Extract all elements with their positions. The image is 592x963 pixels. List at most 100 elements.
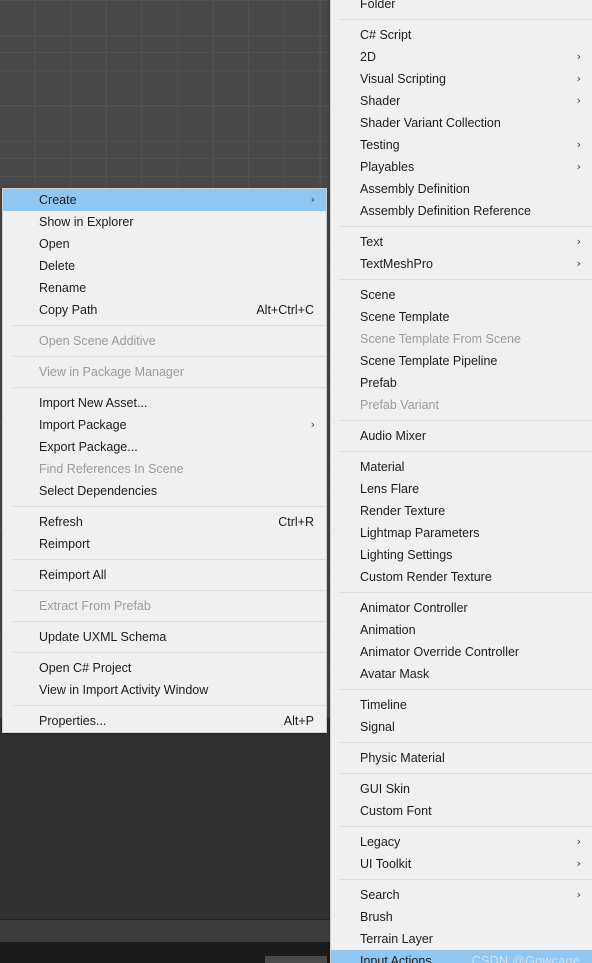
- menu-item-label: View in Import Activity Window: [39, 683, 209, 697]
- chevron-right-icon: ›: [310, 418, 315, 431]
- menu-item-label: UI Toolkit: [360, 857, 412, 871]
- create-menu-item-material[interactable]: Material: [331, 456, 592, 478]
- chevron-right-icon: ›: [576, 888, 581, 901]
- menu-item-label: Physic Material: [360, 751, 445, 765]
- context-menu-item-properties[interactable]: Properties... Alt+P: [3, 710, 326, 732]
- create-menu-item-brush[interactable]: Brush: [331, 906, 592, 928]
- menu-item-label: Select Dependencies: [39, 484, 158, 498]
- context-menu-item-reimport[interactable]: Reimport: [3, 533, 326, 555]
- chevron-right-icon: ›: [576, 94, 581, 107]
- menu-separator: [13, 387, 326, 388]
- create-menu-item-folder[interactable]: Folder: [331, 0, 592, 15]
- menu-item-shortcut: Alt+P: [283, 714, 314, 728]
- context-menu-item-copy-path[interactable]: Copy Path Alt+Ctrl+C: [3, 299, 326, 321]
- context-menu-item-open-c-project[interactable]: Open C# Project: [3, 657, 326, 679]
- menu-item-label: Shader: [360, 94, 401, 108]
- create-menu-item-c-script[interactable]: C# Script: [331, 24, 592, 46]
- context-menu-item-show-in-explorer[interactable]: Show in Explorer: [3, 211, 326, 233]
- create-menu-item-signal[interactable]: Signal: [331, 716, 592, 738]
- context-menu-item-create[interactable]: Create ›: [3, 189, 326, 211]
- menu-item-label: Assembly Definition Reference: [360, 204, 531, 218]
- create-menu-item-avatar-mask[interactable]: Avatar Mask: [331, 663, 592, 685]
- create-menu-item-custom-font[interactable]: Custom Font: [331, 800, 592, 822]
- context-menu-item-open[interactable]: Open: [3, 233, 326, 255]
- menu-item-label: Delete: [39, 259, 76, 273]
- create-menu-item-gui-skin[interactable]: GUI Skin: [331, 778, 592, 800]
- create-menu-item-textmeshpro[interactable]: TextMeshPro ›: [331, 253, 592, 275]
- menu-item-label: View in Package Manager: [39, 365, 184, 379]
- create-menu-item-terrain-layer[interactable]: Terrain Layer: [331, 928, 592, 950]
- menu-item-label: Reimport All: [39, 568, 107, 582]
- create-menu-item-testing[interactable]: Testing ›: [331, 134, 592, 156]
- project-asset-context-menu[interactable]: Create › Show in Explorer Open Delete Rename C…: [2, 188, 327, 733]
- create-menu-item-animation[interactable]: Animation: [331, 619, 592, 641]
- menu-item-label: Show in Explorer: [39, 215, 134, 229]
- menu-item-label: Audio Mixer: [360, 429, 426, 443]
- create-menu-item-search[interactable]: Search ›: [331, 884, 592, 906]
- context-menu-item-reimport-all[interactable]: Reimport All: [3, 564, 326, 586]
- create-menu-item-prefab-variant: Prefab Variant: [331, 394, 592, 416]
- context-menu-item-view-in-import-activity-window[interactable]: View in Import Activity Window: [3, 679, 326, 701]
- project-browser-empty-area[interactable]: [0, 718, 330, 919]
- menu-item-label: Lighting Settings: [360, 548, 453, 562]
- context-menu-item-import-package[interactable]: Import Package ›: [3, 414, 326, 436]
- create-menu-item-scene-template-from-scene: Scene Template From Scene: [331, 328, 592, 350]
- chevron-right-icon: ›: [310, 193, 315, 206]
- menu-item-label: Avatar Mask: [360, 667, 430, 681]
- create-menu-item-input-actions[interactable]: Input Actions CSDN @Gowcage: [331, 950, 592, 963]
- menu-item-label: Lens Flare: [360, 482, 420, 496]
- menu-item-label: Custom Render Texture: [360, 570, 492, 584]
- create-menu-item-visual-scripting[interactable]: Visual Scripting ›: [331, 68, 592, 90]
- menu-item-label: Import Package: [39, 418, 127, 432]
- chevron-right-icon: ›: [576, 235, 581, 248]
- context-menu-item-import-new-asset[interactable]: Import New Asset...: [3, 392, 326, 414]
- menu-item-label: Prefab Variant: [360, 398, 439, 412]
- menu-separator: [13, 356, 326, 357]
- create-menu-item-text[interactable]: Text ›: [331, 231, 592, 253]
- create-menu-item-legacy[interactable]: Legacy ›: [331, 831, 592, 853]
- create-menu-item-lens-flare[interactable]: Lens Flare: [331, 478, 592, 500]
- context-menu-item-rename[interactable]: Rename: [3, 277, 326, 299]
- menu-separator: [339, 19, 592, 20]
- menu-item-label: Legacy: [360, 835, 401, 849]
- menu-item-label: Visual Scripting: [360, 72, 446, 86]
- create-menu-item-animator-controller[interactable]: Animator Controller: [331, 597, 592, 619]
- menu-item-label: Import New Asset...: [39, 396, 148, 410]
- create-menu-item-audio-mixer[interactable]: Audio Mixer: [331, 425, 592, 447]
- menu-item-label: Open Scene Additive: [39, 334, 156, 348]
- menu-item-label: Open C# Project: [39, 661, 132, 675]
- menu-separator: [339, 742, 592, 743]
- context-menu-item-refresh[interactable]: Refresh Ctrl+R: [3, 511, 326, 533]
- create-menu-item-scene-template[interactable]: Scene Template: [331, 306, 592, 328]
- watermark-text: CSDN @Gowcage: [471, 954, 580, 963]
- menu-item-label: GUI Skin: [360, 782, 411, 796]
- create-menu-item-scene[interactable]: Scene: [331, 284, 592, 306]
- context-menu-item-export-package[interactable]: Export Package...: [3, 436, 326, 458]
- context-menu-item-delete[interactable]: Delete: [3, 255, 326, 277]
- create-menu-item-custom-render-texture[interactable]: Custom Render Texture: [331, 566, 592, 588]
- create-menu-item-2d[interactable]: 2D ›: [331, 46, 592, 68]
- create-menu-item-assembly-definition-reference[interactable]: Assembly Definition Reference: [331, 200, 592, 222]
- menu-item-label: Input Actions: [360, 954, 432, 963]
- create-menu-item-prefab[interactable]: Prefab: [331, 372, 592, 394]
- context-menu-item-select-dependencies[interactable]: Select Dependencies: [3, 480, 326, 502]
- create-submenu[interactable]: Folder C# Script 2D › Visual Scripting › Shade…: [330, 0, 592, 963]
- create-menu-item-timeline[interactable]: Timeline: [331, 694, 592, 716]
- create-menu-item-shader-variant-collection[interactable]: Shader Variant Collection: [331, 112, 592, 134]
- create-menu-item-render-texture[interactable]: Render Texture: [331, 500, 592, 522]
- menu-item-label: Find References In Scene: [39, 462, 184, 476]
- create-menu-item-ui-toolkit[interactable]: UI Toolkit ›: [331, 853, 592, 875]
- create-menu-item-physic-material[interactable]: Physic Material: [331, 747, 592, 769]
- context-menu-item-update-uxml-schema[interactable]: Update UXML Schema: [3, 626, 326, 648]
- menu-item-label: Shader Variant Collection: [360, 116, 501, 130]
- chevron-right-icon: ›: [576, 72, 581, 85]
- create-menu-item-lighting-settings[interactable]: Lighting Settings: [331, 544, 592, 566]
- menu-item-label: Open: [39, 237, 70, 251]
- create-menu-item-scene-template-pipeline[interactable]: Scene Template Pipeline: [331, 350, 592, 372]
- create-menu-item-assembly-definition[interactable]: Assembly Definition: [331, 178, 592, 200]
- create-menu-item-shader[interactable]: Shader ›: [331, 90, 592, 112]
- create-menu-item-lightmap-parameters[interactable]: Lightmap Parameters: [331, 522, 592, 544]
- create-menu-item-playables[interactable]: Playables ›: [331, 156, 592, 178]
- menu-item-label: Text: [360, 235, 383, 249]
- create-menu-item-animator-override-controller[interactable]: Animator Override Controller: [331, 641, 592, 663]
